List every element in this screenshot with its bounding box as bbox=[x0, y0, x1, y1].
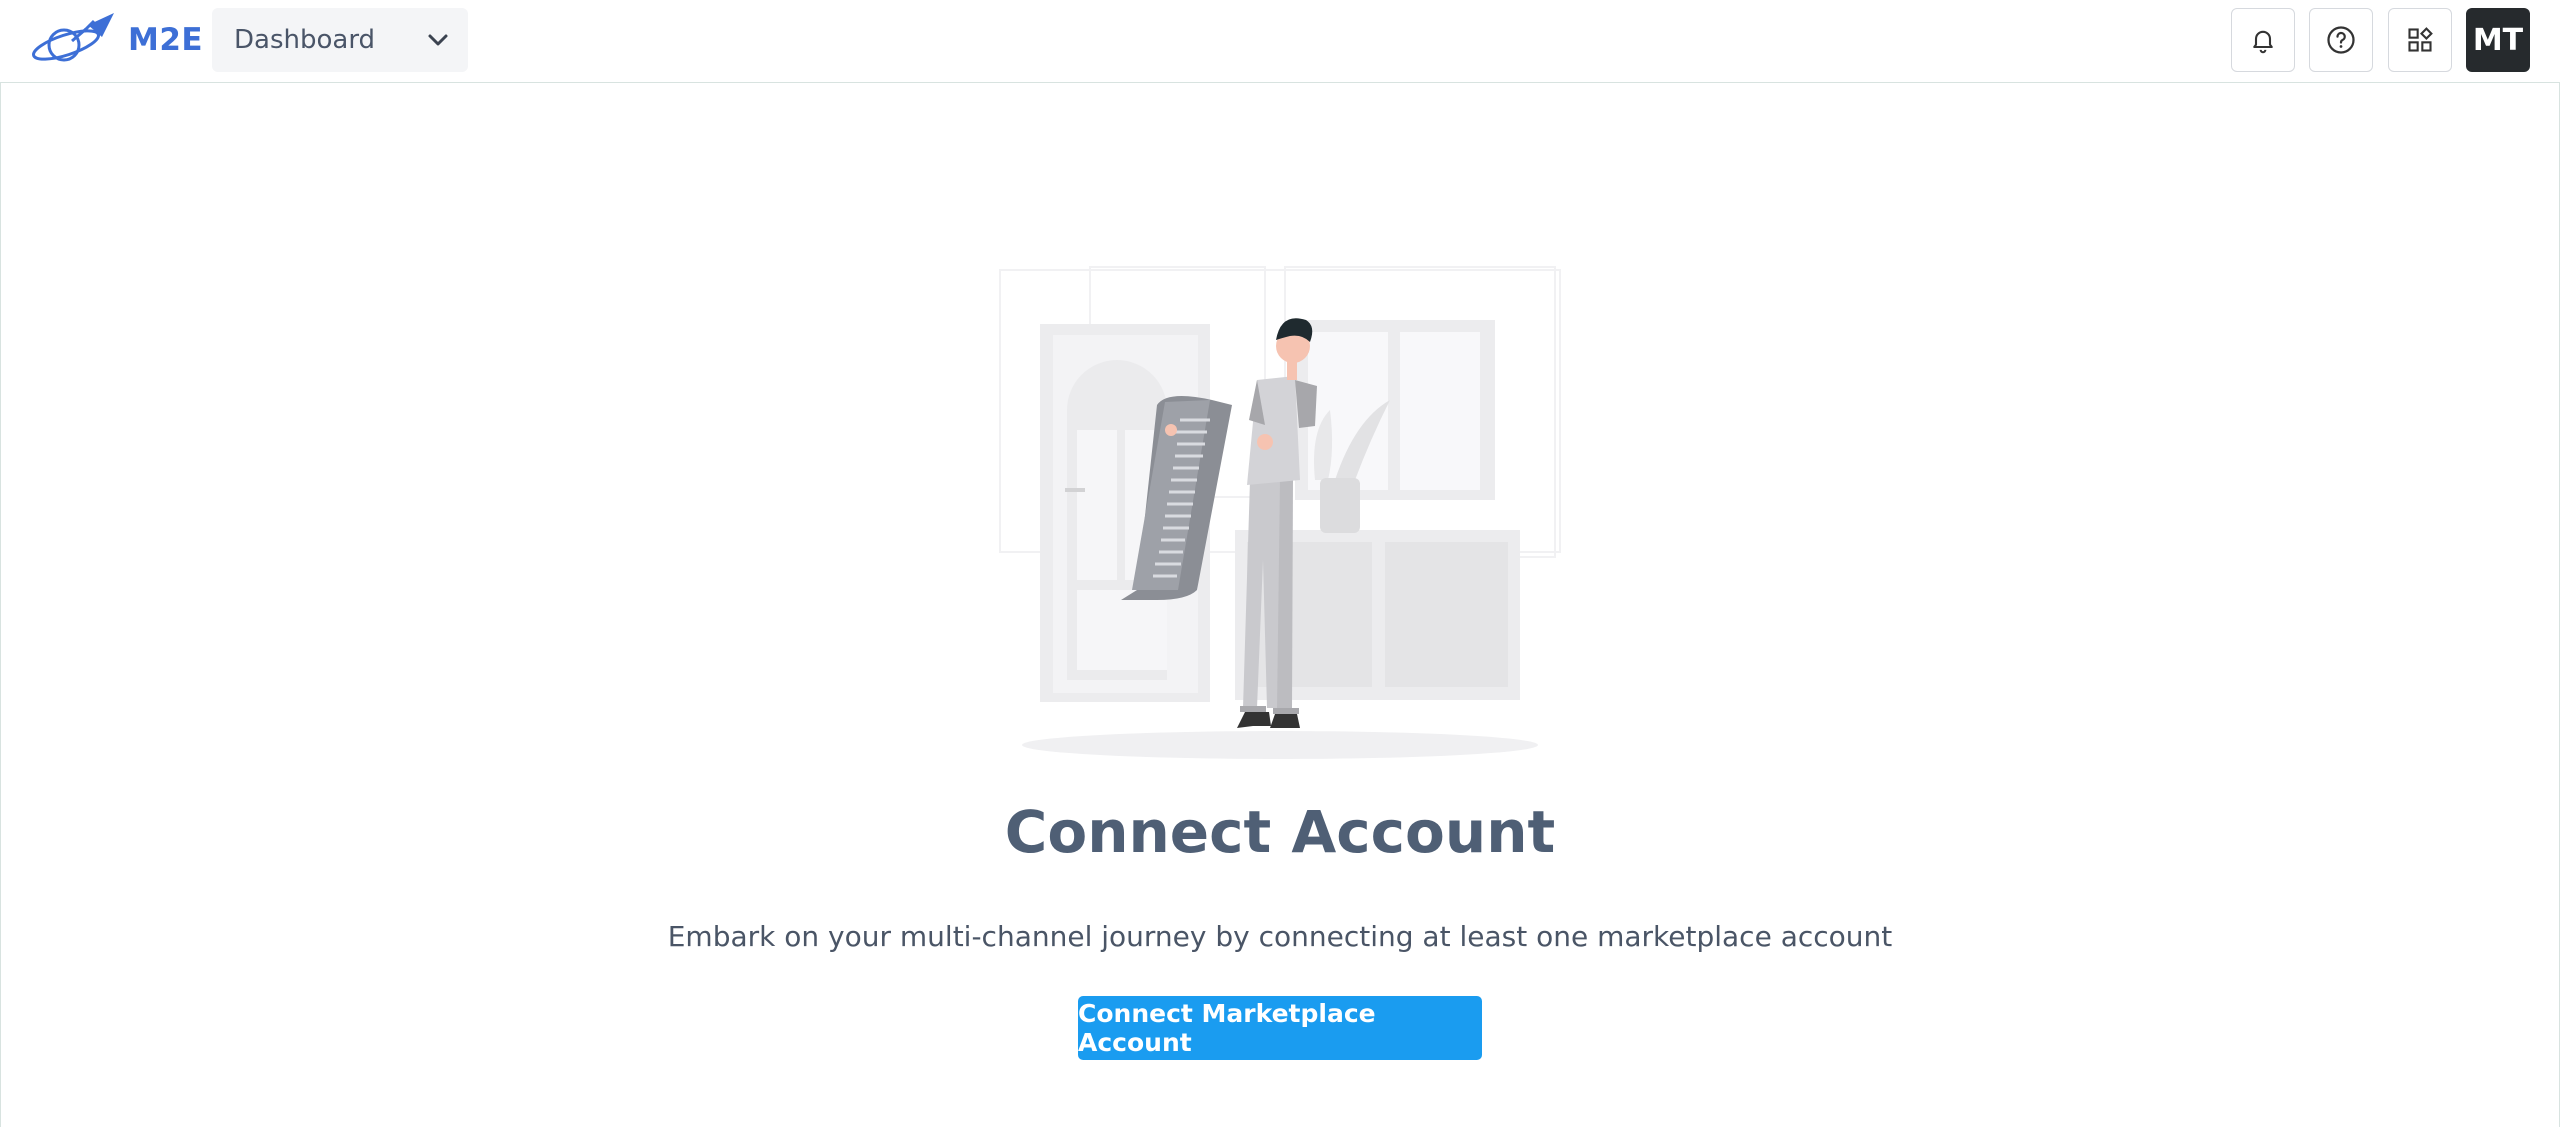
logo-text: M2E bbox=[128, 22, 204, 58]
help-circle-icon bbox=[2327, 26, 2355, 54]
empty-state-description: Embark on your multi-channel journey by … bbox=[667, 920, 1893, 953]
m2e-logo[interactable]: M2E bbox=[28, 10, 203, 70]
user-avatar[interactable]: MT bbox=[2466, 8, 2530, 72]
connect-marketplace-account-button[interactable]: Connect Marketplace Account bbox=[1078, 996, 1482, 1060]
notifications-button[interactable] bbox=[2231, 8, 2295, 72]
page-select-value: Dashboard bbox=[234, 25, 376, 55]
page-select-dropdown[interactable]: Dashboard bbox=[212, 8, 468, 72]
empty-state-title: Connect Account bbox=[1004, 798, 1556, 866]
apps-button[interactable] bbox=[2388, 8, 2452, 72]
apps-grid-icon bbox=[2408, 27, 2433, 52]
rocket-planet-logo-icon bbox=[32, 13, 114, 62]
help-button[interactable] bbox=[2309, 8, 2373, 72]
top-bar: M2E Dashboard MT bbox=[0, 0, 2560, 83]
bell-icon bbox=[2253, 30, 2273, 54]
chevron-down-icon bbox=[428, 34, 448, 46]
empty-state-illustration bbox=[999, 266, 1561, 759]
